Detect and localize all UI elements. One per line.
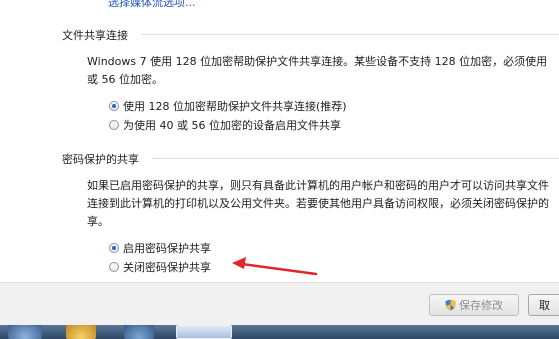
file-sharing-description-line2: 或 56 位加密。 [87,73,163,86]
radio-option-128bit[interactable]: 使用 128 位加密帮助保护文件共享连接(推荐) [109,98,347,114]
radio-option-disable-password-sharing[interactable]: 关闭密码保护共享 [109,259,211,275]
radio-label: 启用密码保护共享 [123,242,211,255]
save-button-label: 保存修改 [459,299,503,312]
cancel-button-label: 取 [539,299,550,312]
password-sharing-description-line2: 连接到此计算机的打印机以及公用文件夹。若要使其他用户具备访问权限，必须关闭密码保… [87,197,549,210]
dialog-footer: 保存修改 取 [0,282,559,326]
section-divider [152,158,559,159]
radio-button-selected[interactable] [109,243,119,253]
password-sharing-description-line3: 享。 [87,215,109,228]
file-sharing-section-title: 文件共享连接 [62,29,128,42]
radio-button-selected[interactable] [109,101,119,111]
radio-option-40-56bit[interactable]: 为使用 40 或 56 位加密的设备启用文件共享 [109,117,341,133]
radio-button[interactable] [109,120,119,130]
section-divider [142,34,559,35]
taskbar-app-icon[interactable] [124,325,154,339]
active-window-taskbar-button[interactable] [176,325,232,339]
file-sharing-description-line1: Windows 7 使用 128 位加密帮助保护文件共享连接。某些设备不支持 1… [87,55,548,68]
cancel-button[interactable]: 取 [528,294,559,316]
explorer-taskbar-icon[interactable] [66,325,96,339]
radio-option-enable-password-sharing[interactable]: 启用密码保护共享 [109,240,211,256]
radio-button[interactable] [109,262,119,272]
radio-label: 关闭密码保护共享 [123,261,211,274]
radio-label: 为使用 40 或 56 位加密的设备启用文件共享 [123,119,341,132]
uac-shield-icon [445,299,456,311]
annotation-arrow-icon [232,257,318,276]
password-sharing-description-line1: 如果已启用密码保护的共享，则只有具备此计算机的用户帐户和密码的用户才可以访问共享… [87,179,549,192]
media-streaming-options-link[interactable]: 选择媒体流选项... [108,0,196,10]
save-changes-button[interactable]: 保存修改 [429,294,519,316]
password-sharing-section-title: 密码保护的共享 [62,153,139,166]
start-button-icon[interactable] [8,325,42,339]
taskbar [0,325,559,339]
radio-label: 使用 128 位加密帮助保护文件共享连接(推荐) [123,100,347,113]
